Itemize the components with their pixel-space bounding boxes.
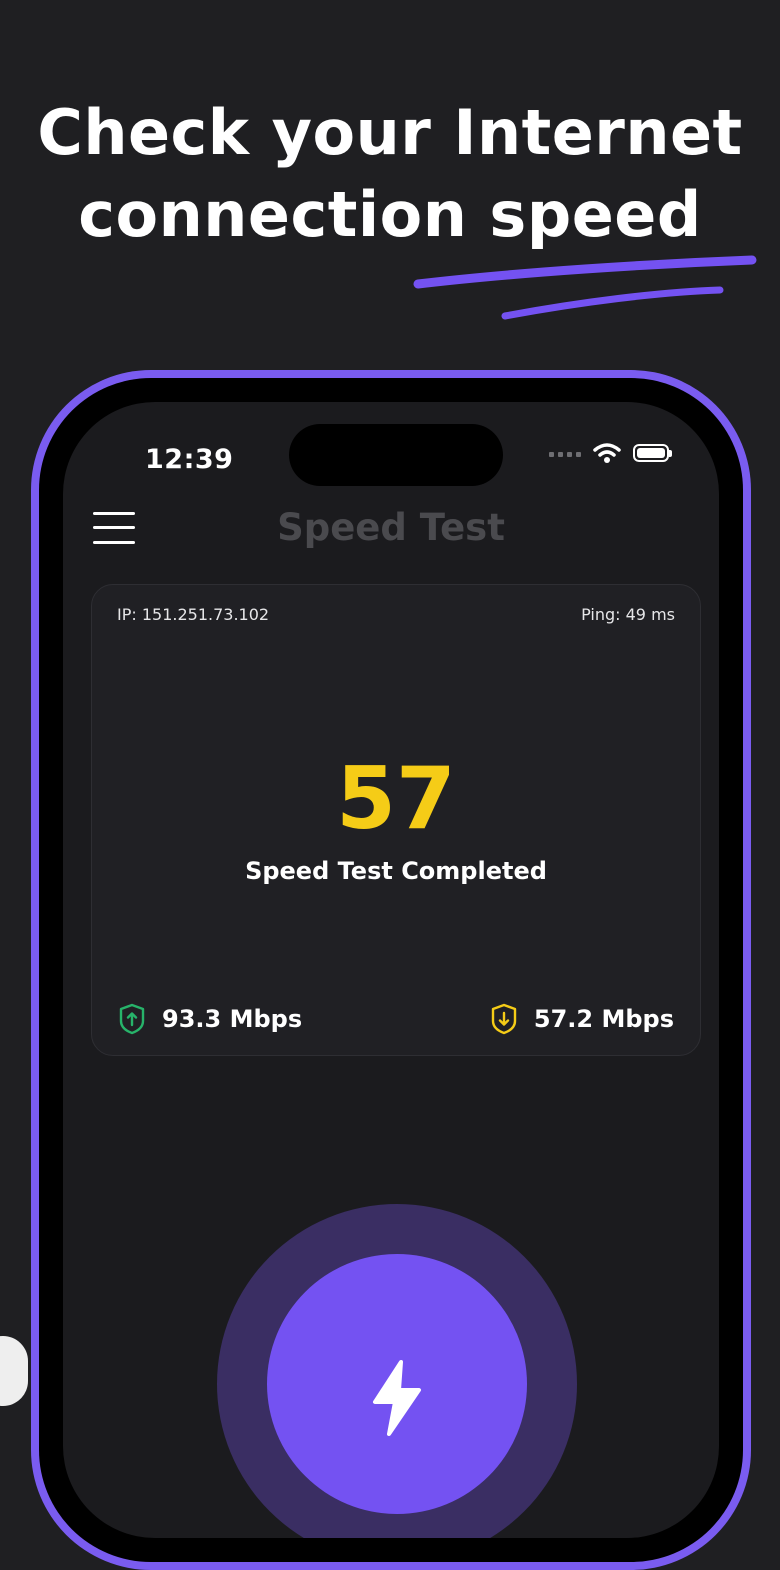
speed-result: 57	[336, 749, 456, 849]
lightning-bolt-icon	[373, 1360, 421, 1436]
status-icons	[549, 442, 672, 464]
download-shield-icon	[491, 1003, 517, 1035]
result-card: IP: 151.251.73.102 Ping: 49 ms 57 Speed …	[91, 584, 701, 1056]
download-speed: 57.2 Mbps	[533, 1005, 674, 1033]
phone-screen: 12:39 Speed Test IP: 151.251.73.102 Ping…	[63, 402, 719, 1538]
download-metric: 57.2 Mbps	[490, 1003, 674, 1035]
start-test-button[interactable]	[267, 1254, 527, 1514]
test-status: Speed Test Completed	[245, 857, 547, 885]
upload-shield-icon	[119, 1003, 145, 1035]
app-title: Speed Test	[277, 506, 505, 549]
underline-swoosh	[413, 255, 757, 320]
start-button-ring	[217, 1204, 577, 1538]
upload-speed: 93.3 Mbps	[162, 1005, 303, 1033]
edge-decoration	[0, 1336, 28, 1406]
battery-icon	[633, 444, 672, 462]
ip-address: IP: 151.251.73.102	[117, 605, 270, 624]
phone-frame: 12:39 Speed Test IP: 151.251.73.102 Ping…	[31, 370, 751, 1570]
wifi-icon	[593, 443, 621, 463]
ping-value: Ping: 49 ms	[581, 605, 675, 624]
status-time: 12:39	[145, 444, 234, 475]
signal-icon	[549, 449, 581, 457]
upload-metric: 93.3 Mbps	[118, 1003, 302, 1035]
dynamic-island	[289, 424, 503, 486]
